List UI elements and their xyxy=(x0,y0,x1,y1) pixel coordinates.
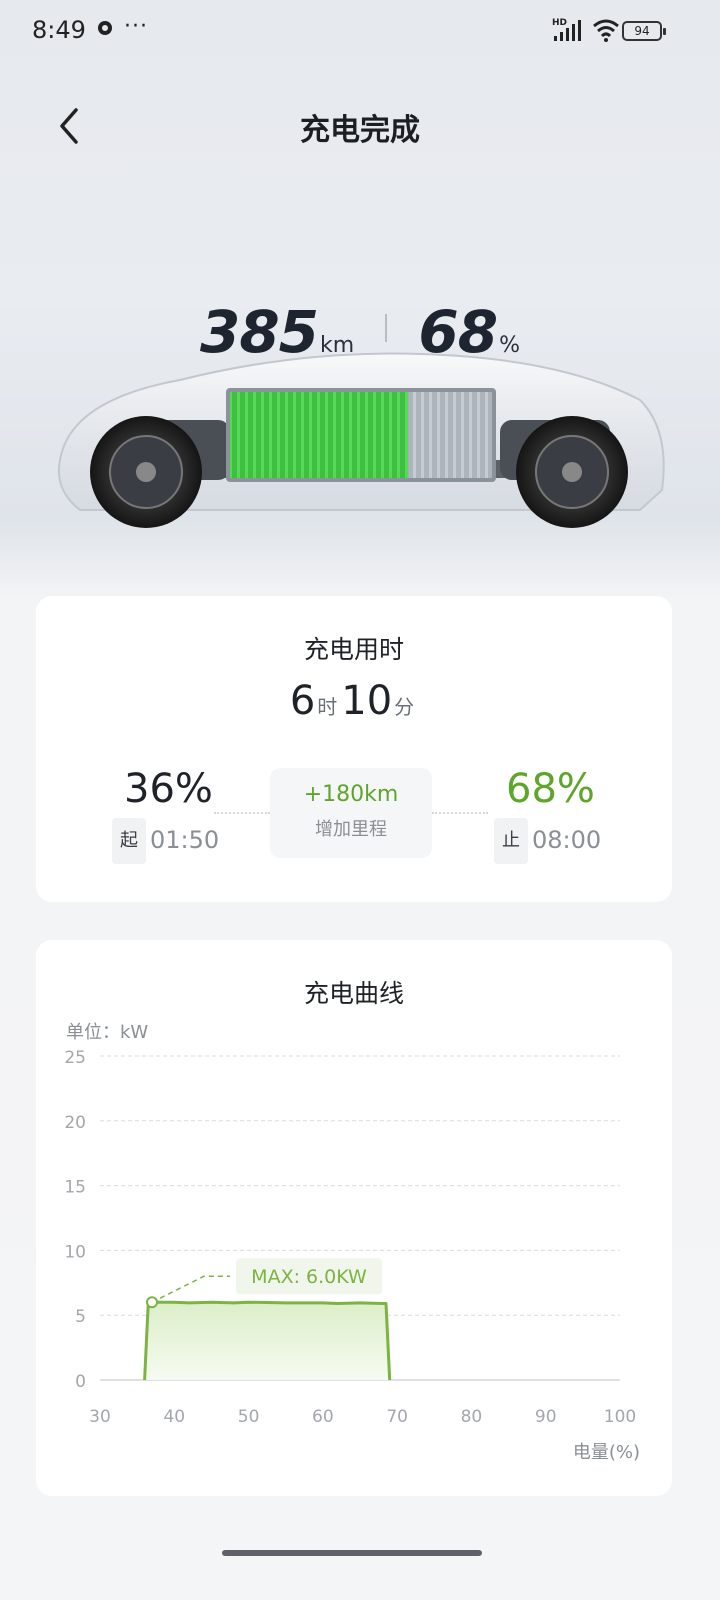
max-point xyxy=(146,1296,158,1309)
duration-hours-unit: 时 xyxy=(317,695,338,719)
range-gain-box: +180km 增加里程 xyxy=(270,768,432,858)
y-tick-label: 10 xyxy=(64,1242,86,1262)
battery-fill xyxy=(230,392,409,478)
y-tick-label: 15 xyxy=(64,1178,86,1198)
charge-curve-card: 充电曲线 单位：kW 0 5 10 15 20 25 30 40 50 60 70 80 90 100 MA… xyxy=(36,940,672,1496)
y-tick-label: 5 xyxy=(75,1307,86,1327)
max-label: MAX: 6.0KW xyxy=(251,1266,367,1288)
max-leader-line xyxy=(151,1275,230,1303)
duration-minutes-unit: 分 xyxy=(394,695,415,719)
end-tag: 止 xyxy=(494,818,528,864)
car-chassis-illustration xyxy=(58,352,665,528)
end-soc: 68% xyxy=(506,766,595,812)
range-gain-label: 增加里程 xyxy=(315,819,387,840)
stat-divider xyxy=(385,314,388,342)
x-tick-label: 90 xyxy=(535,1407,557,1427)
x-tick-label: 70 xyxy=(386,1407,408,1427)
charge-time-card: 充电用时 6 时 10 分 36% 起 01:50 +180km 增加里程 68% 止… xyxy=(36,596,672,902)
vehicle-hero: 385km 68% xyxy=(0,170,720,590)
status-time: 8:49 xyxy=(32,16,86,44)
y-tick-label: 20 xyxy=(64,1113,86,1133)
app-notification-icon xyxy=(98,21,112,35)
status-bar: 8:49 ··· HD 94 xyxy=(0,0,720,64)
duration-minutes: 10 xyxy=(341,678,393,724)
range-gain-value: +180km xyxy=(303,782,399,807)
end-time: 08:00 xyxy=(532,826,602,854)
x-axis-name: 电量(%) xyxy=(572,1442,640,1463)
start-tag: 起 xyxy=(112,818,146,864)
charge-curve-chart: 0 5 10 15 20 25 30 40 50 60 70 80 90 100 MAX: 6.0KW xyxy=(64,1048,636,1427)
charge-curve-title: 充电曲线 xyxy=(303,979,404,1008)
signal-icon xyxy=(554,20,581,41)
battery-icon: 94 xyxy=(622,21,666,41)
divider-left xyxy=(214,812,270,814)
start-soc: 36% xyxy=(124,766,213,812)
y-tick-label: 25 xyxy=(64,1048,86,1068)
divider-right xyxy=(432,812,488,814)
more-notifications-icon: ··· xyxy=(124,14,148,39)
x-tick-label: 40 xyxy=(163,1407,185,1427)
charge-time-title: 充电用时 xyxy=(303,635,404,664)
home-indicator[interactable] xyxy=(222,1550,482,1556)
x-tick-label: 100 xyxy=(604,1407,636,1427)
duration-hours: 6 xyxy=(289,678,316,724)
y-tick-label: 0 xyxy=(75,1372,86,1392)
charge-duration: 6 时 10 分 xyxy=(36,678,672,724)
x-tick-label: 60 xyxy=(312,1407,334,1427)
start-time: 01:50 xyxy=(150,826,220,854)
page-title: 充电完成 xyxy=(300,113,420,148)
x-tick-label: 80 xyxy=(461,1407,483,1427)
curve-area xyxy=(144,1302,390,1380)
x-tick-label: 30 xyxy=(89,1407,111,1427)
x-tick-label: 50 xyxy=(238,1407,260,1427)
wifi-icon xyxy=(593,19,619,42)
